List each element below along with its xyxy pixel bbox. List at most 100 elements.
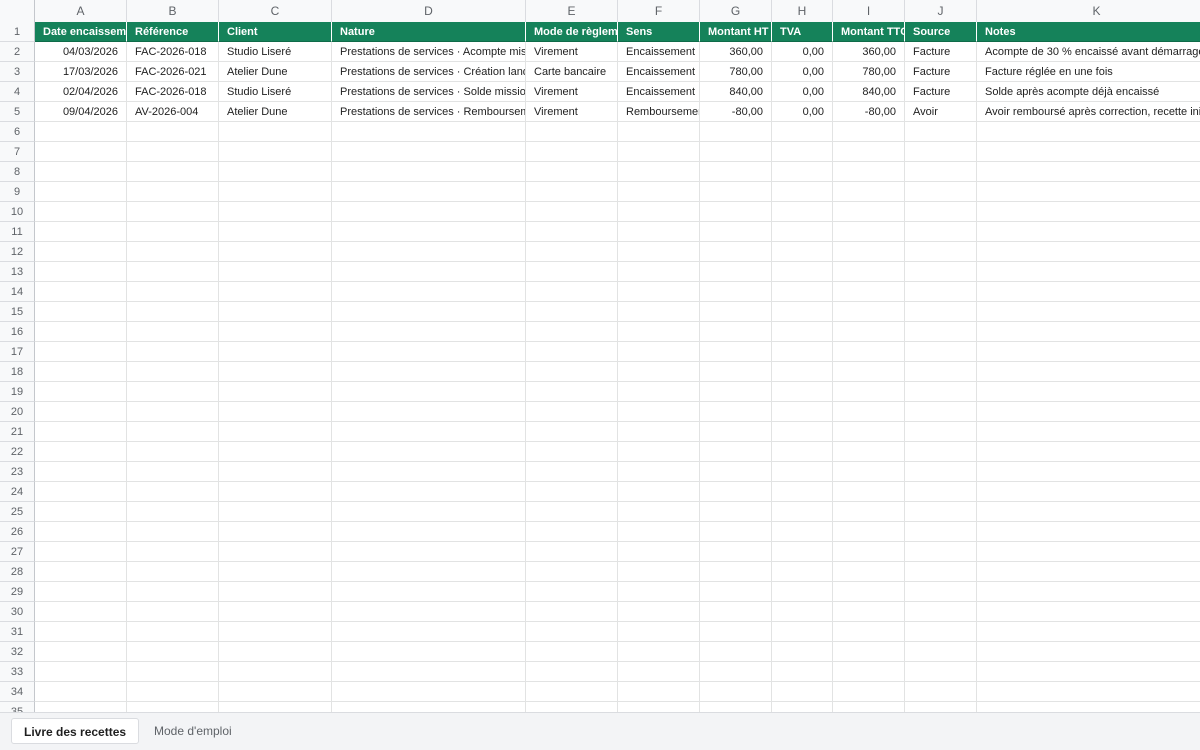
cell-notes[interactable]: Solde après acompte déjà encaissé bbox=[977, 82, 1200, 102]
empty-cell[interactable] bbox=[618, 242, 700, 262]
empty-cell[interactable] bbox=[526, 142, 618, 162]
empty-cell[interactable] bbox=[618, 382, 700, 402]
cell-sens[interactable]: Encaissement bbox=[618, 62, 700, 82]
empty-cell[interactable] bbox=[700, 522, 772, 542]
empty-cell[interactable] bbox=[526, 502, 618, 522]
empty-cell[interactable] bbox=[526, 442, 618, 462]
empty-cell[interactable] bbox=[526, 182, 618, 202]
empty-cell[interactable] bbox=[219, 682, 332, 702]
cell-reference[interactable]: FAC-2026-021 bbox=[127, 62, 219, 82]
empty-cell[interactable] bbox=[618, 142, 700, 162]
empty-cell[interactable] bbox=[332, 262, 526, 282]
cell-montant-ttc[interactable]: -80,00 bbox=[833, 102, 905, 122]
empty-cell[interactable] bbox=[35, 502, 127, 522]
empty-cell[interactable] bbox=[35, 182, 127, 202]
empty-cell[interactable] bbox=[35, 242, 127, 262]
empty-cell[interactable] bbox=[905, 142, 977, 162]
empty-cell[interactable] bbox=[35, 382, 127, 402]
empty-cell[interactable] bbox=[905, 542, 977, 562]
cell-sens[interactable]: Encaissement bbox=[618, 82, 700, 102]
empty-cell[interactable] bbox=[772, 322, 833, 342]
tab-mode-d-emploi[interactable]: Mode d'emploi bbox=[142, 718, 244, 744]
empty-cell[interactable] bbox=[526, 222, 618, 242]
row-number[interactable]: 5 bbox=[0, 102, 35, 122]
cell-source[interactable]: Facture bbox=[905, 42, 977, 62]
empty-cell[interactable] bbox=[905, 382, 977, 402]
empty-cell[interactable] bbox=[700, 402, 772, 422]
row-number[interactable]: 24 bbox=[0, 482, 35, 502]
empty-cell[interactable] bbox=[905, 282, 977, 302]
empty-cell[interactable] bbox=[905, 502, 977, 522]
empty-cell[interactable] bbox=[35, 442, 127, 462]
empty-cell[interactable] bbox=[833, 702, 905, 712]
empty-cell[interactable] bbox=[219, 482, 332, 502]
empty-cell[interactable] bbox=[700, 442, 772, 462]
empty-cell[interactable] bbox=[977, 562, 1200, 582]
empty-cell[interactable] bbox=[127, 322, 219, 342]
empty-cell[interactable] bbox=[35, 322, 127, 342]
empty-cell[interactable] bbox=[35, 702, 127, 712]
column-letter-j[interactable]: J bbox=[905, 0, 977, 22]
empty-cell[interactable] bbox=[905, 202, 977, 222]
empty-cell[interactable] bbox=[833, 402, 905, 422]
empty-cell[interactable] bbox=[332, 682, 526, 702]
cell-mode[interactable]: Virement bbox=[526, 82, 618, 102]
empty-cell[interactable] bbox=[905, 642, 977, 662]
empty-cell[interactable] bbox=[977, 302, 1200, 322]
empty-cell[interactable] bbox=[526, 162, 618, 182]
header-cell-nature[interactable]: Nature bbox=[332, 22, 526, 42]
empty-cell[interactable] bbox=[526, 682, 618, 702]
empty-cell[interactable] bbox=[127, 602, 219, 622]
empty-cell[interactable] bbox=[700, 162, 772, 182]
empty-cell[interactable] bbox=[127, 702, 219, 712]
empty-cell[interactable] bbox=[700, 422, 772, 442]
empty-cell[interactable] bbox=[833, 142, 905, 162]
empty-cell[interactable] bbox=[618, 542, 700, 562]
empty-cell[interactable] bbox=[35, 162, 127, 182]
empty-cell[interactable] bbox=[332, 382, 526, 402]
empty-cell[interactable] bbox=[833, 422, 905, 442]
empty-cell[interactable] bbox=[772, 222, 833, 242]
empty-cell[interactable] bbox=[35, 122, 127, 142]
empty-cell[interactable] bbox=[833, 502, 905, 522]
empty-cell[interactable] bbox=[332, 242, 526, 262]
empty-cell[interactable] bbox=[833, 442, 905, 462]
empty-cell[interactable] bbox=[977, 122, 1200, 142]
empty-cell[interactable] bbox=[772, 502, 833, 522]
empty-cell[interactable] bbox=[526, 302, 618, 322]
empty-cell[interactable] bbox=[35, 602, 127, 622]
empty-cell[interactable] bbox=[127, 222, 219, 242]
empty-cell[interactable] bbox=[219, 322, 332, 342]
empty-cell[interactable] bbox=[219, 622, 332, 642]
empty-cell[interactable] bbox=[219, 342, 332, 362]
cell-mode[interactable]: Carte bancaire bbox=[526, 62, 618, 82]
empty-cell[interactable] bbox=[833, 662, 905, 682]
empty-cell[interactable] bbox=[219, 242, 332, 262]
empty-cell[interactable] bbox=[772, 402, 833, 422]
empty-cell[interactable] bbox=[618, 402, 700, 422]
empty-cell[interactable] bbox=[833, 282, 905, 302]
empty-cell[interactable] bbox=[772, 262, 833, 282]
empty-cell[interactable] bbox=[618, 602, 700, 622]
empty-cell[interactable] bbox=[618, 362, 700, 382]
empty-cell[interactable] bbox=[127, 342, 219, 362]
column-letter-f[interactable]: F bbox=[618, 0, 700, 22]
empty-cell[interactable] bbox=[977, 222, 1200, 242]
row-number[interactable]: 13 bbox=[0, 262, 35, 282]
empty-cell[interactable] bbox=[905, 322, 977, 342]
cell-client[interactable]: Studio Liseré bbox=[219, 82, 332, 102]
empty-cell[interactable] bbox=[700, 682, 772, 702]
empty-cell[interactable] bbox=[332, 162, 526, 182]
empty-cell[interactable] bbox=[526, 482, 618, 502]
empty-cell[interactable] bbox=[526, 462, 618, 482]
empty-cell[interactable] bbox=[700, 622, 772, 642]
empty-cell[interactable] bbox=[700, 382, 772, 402]
empty-cell[interactable] bbox=[700, 482, 772, 502]
empty-cell[interactable] bbox=[700, 302, 772, 322]
empty-cell[interactable] bbox=[833, 682, 905, 702]
empty-cell[interactable] bbox=[219, 222, 332, 242]
header-cell-reference[interactable]: Référence bbox=[127, 22, 219, 42]
column-letter-a[interactable]: A bbox=[35, 0, 127, 22]
empty-cell[interactable] bbox=[332, 342, 526, 362]
cell-notes[interactable]: Facture réglée en une fois bbox=[977, 62, 1200, 82]
